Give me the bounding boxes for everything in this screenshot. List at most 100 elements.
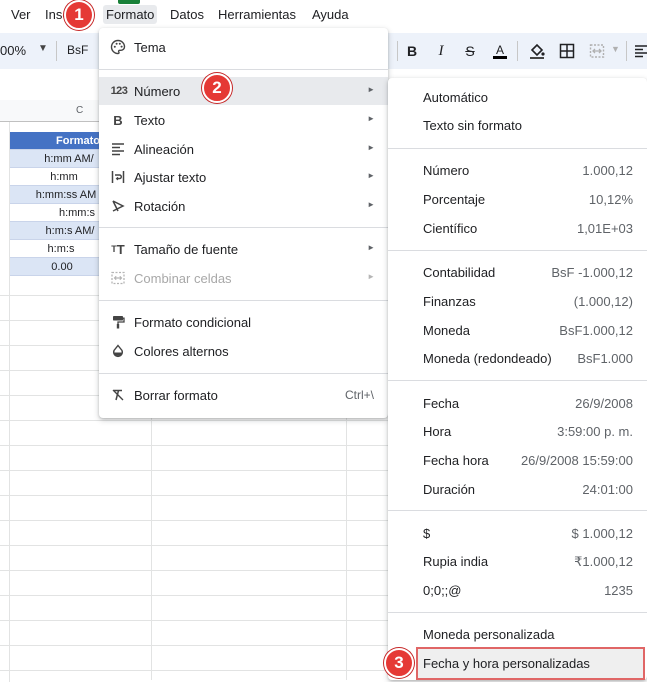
submenu-item-dolar[interactable]: $ $ 1.000,12 — [388, 519, 647, 547]
format-preview: 10,12% — [588, 192, 633, 207]
column-label-c[interactable]: C — [76, 105, 83, 116]
table-cell[interactable]: h:mm:ss AM — [10, 186, 100, 204]
menu-item-tamano-fuente[interactable]: TT Tamaño de fuente ► — [99, 235, 388, 263]
menu-divider — [388, 510, 647, 511]
submenu-item-cientifico[interactable]: Científico 1,01E+03 — [388, 214, 647, 242]
currency-button[interactable]: BsF — [67, 43, 88, 57]
submenu-item-moneda-personalizada[interactable]: Moneda personalizada — [388, 620, 647, 648]
wrap-icon — [110, 169, 126, 185]
menu-item-alineacion[interactable]: Alineación ► — [99, 135, 388, 163]
badge-label: 3 — [394, 653, 404, 672]
table-cell[interactable]: h:m:s — [10, 240, 100, 258]
menu-item-numero[interactable]: 123 Número ► — [99, 77, 388, 105]
submenu-item-label: Científico — [423, 221, 478, 236]
toolbar-divider — [626, 41, 627, 61]
svg-text:A: A — [496, 43, 504, 57]
green-indicator — [118, 0, 140, 4]
submenu-item-custom-format[interactable]: 0;0;;@ 1235 — [388, 576, 647, 604]
text-color-icon[interactable]: A — [490, 41, 510, 61]
menu-ayuda[interactable]: Ayuda — [312, 7, 349, 22]
align-left-icon[interactable] — [631, 41, 647, 61]
menu-item-tema[interactable]: Tema — [99, 33, 388, 61]
table-cell[interactable]: h:mm — [10, 168, 100, 186]
submenu-item-finanzas[interactable]: Finanzas (1.000,12) — [388, 287, 647, 315]
menu-item-colores-alternos[interactable]: Colores alternos — [99, 337, 388, 365]
table-cell[interactable]: h:m:s AM/ — [10, 222, 100, 240]
format-menu: Tema 123 Número ► B Texto ► Alineación ►… — [99, 28, 388, 418]
toolbar-divider — [397, 41, 398, 61]
align-icon — [110, 141, 126, 157]
submenu-item-hora[interactable]: Hora 3:59:00 p. m. — [388, 417, 647, 445]
submenu-item-label: Texto sin formato — [423, 118, 522, 133]
menubar: Ver Inse Formato Datos Herramientas Ayud… — [0, 0, 647, 30]
format-preview: BsF -1.000,12 — [551, 265, 633, 280]
submenu-item-fecha-hora[interactable]: Fecha hora 26/9/2008 15:59:00 — [388, 446, 647, 474]
menu-ver[interactable]: Ver — [11, 7, 31, 22]
cell-text: h:mm:ss AM — [35, 189, 97, 201]
menu-item-label: Ajustar texto — [134, 170, 207, 185]
submenu-arrow-icon: ► — [367, 272, 375, 281]
table-cell[interactable]: h:mm:s — [10, 204, 100, 222]
zoom-select[interactable]: 00% — [0, 43, 26, 58]
submenu-item-label: Rupia india — [423, 554, 489, 569]
zoom-caret-icon[interactable]: ▼ — [38, 43, 48, 54]
submenu-item-numero[interactable]: Número 1.000,12 — [388, 156, 647, 184]
cell-text: h:mm AM/ — [44, 153, 94, 165]
italic-icon[interactable]: I — [431, 41, 451, 61]
submenu-item-label: Contabilidad — [423, 265, 496, 280]
format-preview: BsF1.000,12 — [559, 323, 633, 338]
bold-icon: B — [113, 112, 123, 128]
menu-item-borrar-formato[interactable]: Borrar formato Ctrl+\ — [99, 381, 388, 409]
table-cell[interactable]: Formato — [10, 132, 100, 150]
format-preview: 1.000,12 — [582, 163, 633, 178]
number-format-icon: 123 — [110, 85, 128, 97]
drop-icon — [110, 343, 126, 359]
menu-item-rotacion[interactable]: Rotación ► — [99, 192, 388, 220]
format-preview: 24:01:00 — [582, 482, 633, 497]
submenu-item-texto-sin-formato[interactable]: Texto sin formato — [388, 111, 647, 139]
menu-divider — [388, 148, 647, 149]
menu-datos[interactable]: Datos — [170, 7, 204, 22]
submenu-arrow-icon: ► — [367, 171, 375, 180]
row-header-bar — [0, 122, 10, 682]
format-preview: BsF1.000 — [577, 351, 633, 366]
submenu-arrow-icon: ► — [367, 85, 375, 94]
submenu-item-moneda-redondeado[interactable]: Moneda (redondeado) BsF1.000 — [388, 344, 647, 372]
menu-divider — [99, 227, 388, 228]
palette-icon — [110, 39, 126, 55]
menu-item-ajustar-texto[interactable]: Ajustar texto ► — [99, 163, 388, 191]
menu-herramientas[interactable]: Herramientas — [218, 7, 296, 22]
menu-item-label: Colores alternos — [134, 344, 229, 359]
borders-icon[interactable] — [557, 41, 577, 61]
submenu-item-duracion[interactable]: Duración 24:01:00 — [388, 475, 647, 503]
menu-item-combinar-celdas[interactable]: Combinar celdas ► — [99, 264, 388, 292]
step-badge-2: 2 — [202, 73, 232, 103]
menu-item-label: Rotación — [134, 199, 186, 214]
menu-item-formato-condicional[interactable]: Formato condicional — [99, 308, 388, 336]
submenu-item-label: 0;0;;@ — [423, 583, 462, 598]
submenu-item-automatico[interactable]: Automático — [388, 83, 647, 111]
submenu-item-fecha[interactable]: Fecha 26/9/2008 — [388, 389, 647, 417]
cell-text: Formato — [56, 135, 100, 147]
submenu-item-contabilidad[interactable]: Contabilidad BsF -1.000,12 — [388, 258, 647, 286]
submenu-item-porcentaje[interactable]: Porcentaje 10,12% — [388, 185, 647, 213]
bold-icon[interactable]: B — [402, 41, 422, 61]
fill-color-icon[interactable] — [527, 41, 547, 61]
menu-divider — [388, 250, 647, 251]
submenu-item-label: Moneda (redondeado) — [423, 351, 552, 366]
strikethrough-icon[interactable]: S — [460, 41, 480, 61]
merge-caret-icon[interactable]: ▼ — [611, 44, 620, 54]
submenu-item-label: $ — [423, 526, 431, 541]
menu-item-texto[interactable]: B Texto ► — [99, 106, 388, 134]
submenu-item-moneda[interactable]: Moneda BsF1.000,12 — [388, 316, 647, 344]
submenu-item-rupia-india[interactable]: Rupia india ₹1.000,12 — [388, 547, 647, 575]
table-cell[interactable]: 0.00 — [10, 258, 100, 276]
menu-formato[interactable]: Formato — [103, 5, 158, 24]
table-cell[interactable]: h:mm AM/ — [10, 150, 100, 168]
menu-item-label: Tema — [134, 40, 166, 55]
format-preview: 26/9/2008 15:59:00 — [520, 453, 633, 468]
submenu-arrow-icon: ► — [367, 243, 375, 252]
menu-item-label: Número — [134, 84, 181, 99]
step-badge-3: 3 — [384, 648, 414, 678]
merge-cells-icon[interactable] — [587, 41, 607, 61]
